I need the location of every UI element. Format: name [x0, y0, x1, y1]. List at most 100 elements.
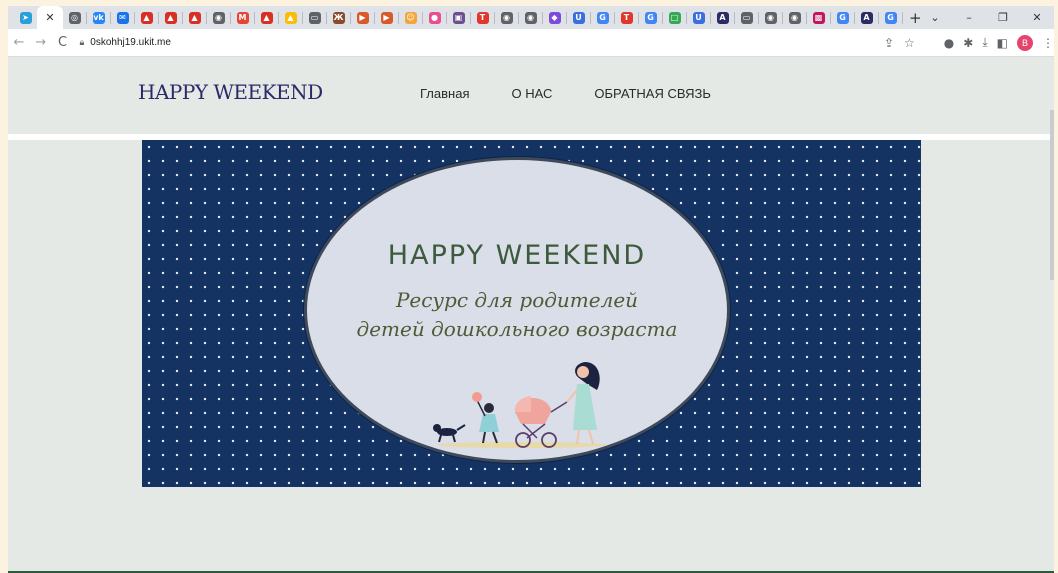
close-icon[interactable]: ✕ — [45, 11, 54, 24]
browser-tab[interactable]: U — [567, 6, 590, 29]
drive-warning-icon: ▲ — [188, 11, 201, 24]
browser-tab[interactable]: ➤ — [14, 6, 37, 29]
browser-tab[interactable]: vk — [87, 6, 110, 29]
window-icon: ▭ — [308, 11, 321, 24]
browser-tab[interactable]: G — [879, 6, 902, 29]
browser-tab[interactable]: T — [471, 6, 494, 29]
green-square-icon: □ — [668, 11, 681, 24]
browser-tab[interactable]: ◉ — [519, 6, 542, 29]
banner-title: HAPPY WEEKEND — [387, 240, 647, 271]
color-ball-icon: ● — [428, 11, 441, 24]
t-red-icon: T — [476, 11, 489, 24]
slides-icon: ▶ — [380, 11, 393, 24]
browser-tab[interactable]: G — [591, 6, 614, 29]
slides-icon: ▶ — [356, 11, 369, 24]
circle-icon: ◎ — [68, 11, 81, 24]
site-menu: Главная О НАС ОБРАТНАЯ СВЯЗЬ — [420, 86, 753, 101]
google-icon: G — [836, 11, 849, 24]
forward-icon[interactable]: → — [30, 35, 52, 50]
browser-tab[interactable]: ◉ — [759, 6, 782, 29]
globe-icon: ◉ — [764, 11, 777, 24]
browser-tab[interactable]: ▶ — [351, 6, 374, 29]
browser-tab[interactable]: ▭ — [303, 6, 326, 29]
banner-oval: HAPPY WEEKEND Ресурс для родителей детей… — [304, 157, 730, 463]
browser-tab[interactable]: ▲ — [135, 6, 158, 29]
browser-tab[interactable]: ▲ — [255, 6, 278, 29]
pattern-icon: ▩ — [812, 11, 825, 24]
browser-tab[interactable]: ◉ — [783, 6, 806, 29]
puzzle-icon[interactable]: ✱ — [963, 36, 973, 50]
bookmark-star-icon[interactable]: ☆ — [904, 36, 915, 50]
gmail-icon: M — [236, 11, 249, 24]
url-text: 0skohhj19.ukit.me — [90, 37, 171, 48]
browser-tab[interactable]: ▩ — [807, 6, 830, 29]
extension-icon[interactable]: ● — [944, 36, 954, 50]
browser-tab[interactable]: A — [855, 6, 878, 29]
browser-tab[interactable]: ▣ — [447, 6, 470, 29]
mother-icon — [566, 362, 600, 445]
hero-banner: HAPPY WEEKEND Ресурс для родителей детей… — [142, 140, 921, 487]
download-icon[interactable]: ⤓ — [982, 35, 987, 50]
reload-icon[interactable]: C — [52, 35, 74, 50]
browser-tab[interactable]: U — [687, 6, 710, 29]
browser-tab[interactable]: ✉ — [111, 6, 134, 29]
minimize-icon[interactable]: – — [952, 11, 986, 24]
menu-item-about[interactable]: О НАС — [511, 86, 552, 101]
browser-tab[interactable]: ▭ — [735, 6, 758, 29]
sidepanel-icon[interactable]: ◧ — [997, 36, 1008, 50]
browser-tab[interactable]: ▶ — [375, 6, 398, 29]
browser-tab[interactable]: Ж — [327, 6, 350, 29]
dog-icon — [433, 424, 466, 443]
browser-tab[interactable]: T — [615, 6, 638, 29]
browser-tab[interactable]: ● — [423, 6, 446, 29]
restore-icon[interactable]: ❐ — [986, 11, 1020, 24]
page-scrollbar[interactable] — [1050, 110, 1054, 280]
book-icon: Ж — [332, 11, 345, 24]
vk-icon: vk — [92, 11, 105, 24]
globe-icon: ◉ — [212, 11, 225, 24]
browser-toolbar: ← → C 🔒︎ 0skohhj19.ukit.me ⇪ ☆ ● ✱ ⤓ ◧ B… — [8, 29, 1054, 57]
menu-item-home[interactable]: Главная — [420, 86, 469, 101]
browser-tab[interactable]: ◎ — [63, 6, 86, 29]
profile-avatar[interactable]: B — [1017, 34, 1033, 51]
u-blue-icon: U — [692, 11, 705, 24]
browser-tab[interactable]: □ — [663, 6, 686, 29]
back-icon[interactable]: ← — [8, 35, 30, 50]
browser-tab[interactable]: G — [639, 6, 662, 29]
mother-stroller-illustration — [433, 362, 607, 448]
web-page: HAPPY WEEKEND Главная О НАС ОБРАТНАЯ СВЯ… — [8, 58, 1054, 573]
browser-tab[interactable]: ◆ — [543, 6, 566, 29]
picture-icon: ▣ — [452, 11, 465, 24]
google-icon: G — [884, 11, 897, 24]
globe-icon: ◉ — [500, 11, 513, 24]
browser-tab[interactable]: ◉ — [207, 6, 230, 29]
browser-tab[interactable]: A — [711, 6, 734, 29]
menu-kebab-icon[interactable]: ⋮ — [1042, 36, 1054, 50]
site-header: HAPPY WEEKEND Главная О НАС ОБРАТНАЯ СВЯ… — [8, 58, 1054, 130]
smile-icon: ☺ — [404, 11, 417, 24]
tab-strip: ➤ ✕ ◎ vk ✉ ▲ ▲ ▲ ◉ M ▲ ▲ ▭ Ж ▶ ▶ ☺ ● ▣ T ◉ ◉ ◆ U G T G □ U A ▭ ◉ ◉ ▩ G A G + ⌄… — [8, 6, 1054, 29]
drive-warning-icon: ▲ — [164, 11, 177, 24]
share-icon[interactable]: ⇪ — [884, 36, 894, 50]
banner-subtitle-line1: Ресурс для родителей — [395, 288, 639, 312]
browser-tab[interactable]: ✕ — [37, 6, 63, 29]
window-icon: ▭ — [740, 11, 753, 24]
address-bar[interactable]: 🔒︎ 0skohhj19.ukit.me ⇪ ☆ — [79, 32, 923, 53]
t-red-icon: T — [620, 11, 633, 24]
lock-icon[interactable]: 🔒︎ — [79, 38, 84, 48]
banner-subtitle-line2: детей дошкольного возраста — [356, 317, 678, 341]
browser-tab[interactable]: ☺ — [399, 6, 422, 29]
tab-search-icon[interactable]: ⌄ — [918, 11, 952, 24]
window-close-icon[interactable]: ✕ — [1020, 11, 1054, 24]
browser-tab[interactable]: ▲ — [159, 6, 182, 29]
browser-tab[interactable]: ▲ — [279, 6, 302, 29]
menu-item-feedback[interactable]: ОБРАТНАЯ СВЯЗЬ — [594, 86, 711, 101]
browser-tab[interactable]: ◉ — [495, 6, 518, 29]
a-dark-icon: A — [716, 11, 729, 24]
browser-tab[interactable]: G — [831, 6, 854, 29]
tab-separator — [902, 11, 903, 24]
browser-tab[interactable]: M — [231, 6, 254, 29]
site-logo[interactable]: HAPPY WEEKEND — [138, 80, 323, 104]
globe-icon: ◉ — [788, 11, 801, 24]
browser-tab[interactable]: ▲ — [183, 6, 206, 29]
